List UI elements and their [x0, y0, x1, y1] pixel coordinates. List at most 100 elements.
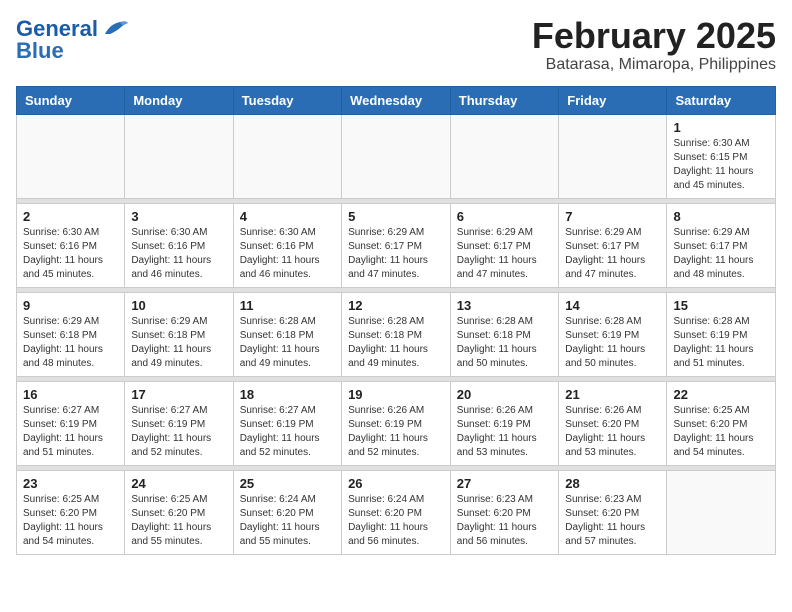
day-info: Sunrise: 6:25 AM Sunset: 6:20 PM Dayligh…: [673, 404, 769, 460]
day-info: Sunrise: 6:24 AM Sunset: 6:20 PM Dayligh…: [240, 493, 335, 549]
calendar-cell: 11 Sunrise: 6:28 AM Sunset: 6:18 PM Dayli…: [233, 292, 341, 376]
calendar-cell: 10 Sunrise: 6:29 AM Sunset: 6:18 PM Dayli…: [125, 292, 233, 376]
day-info: Sunrise: 6:26 AM Sunset: 6:19 PM Dayligh…: [457, 404, 553, 460]
day-number: 1: [673, 120, 769, 135]
calendar-cell: [342, 114, 451, 198]
calendar-cell: 6 Sunrise: 6:29 AM Sunset: 6:17 PM Daylig…: [450, 203, 559, 287]
calendar-cell: 25 Sunrise: 6:24 AM Sunset: 6:20 PM Dayli…: [233, 470, 341, 554]
calendar-subtitle: Batarasa, Mimaropa, Philippines: [532, 56, 776, 74]
calendar-cell: 17 Sunrise: 6:27 AM Sunset: 6:19 PM Dayli…: [125, 381, 233, 465]
day-info: Sunrise: 6:29 AM Sunset: 6:17 PM Dayligh…: [457, 226, 553, 282]
calendar-cell: 2 Sunrise: 6:30 AM Sunset: 6:16 PM Daylig…: [17, 203, 125, 287]
day-info: Sunrise: 6:24 AM Sunset: 6:20 PM Dayligh…: [348, 493, 444, 549]
day-info: Sunrise: 6:30 AM Sunset: 6:16 PM Dayligh…: [131, 226, 226, 282]
calendar-title: February 2025: [532, 16, 776, 56]
header-thursday: Thursday: [450, 86, 559, 114]
day-info: Sunrise: 6:29 AM Sunset: 6:17 PM Dayligh…: [565, 226, 660, 282]
calendar-cell: [667, 470, 776, 554]
calendar-cell: 7 Sunrise: 6:29 AM Sunset: 6:17 PM Daylig…: [559, 203, 667, 287]
day-number: 7: [565, 209, 660, 224]
calendar-cell: 1 Sunrise: 6:30 AM Sunset: 6:15 PM Daylig…: [667, 114, 776, 198]
day-info: Sunrise: 6:30 AM Sunset: 6:16 PM Dayligh…: [23, 226, 118, 282]
week-row-3: 9 Sunrise: 6:29 AM Sunset: 6:18 PM Daylig…: [17, 292, 776, 376]
day-number: 21: [565, 387, 660, 402]
day-number: 25: [240, 476, 335, 491]
day-info: Sunrise: 6:23 AM Sunset: 6:20 PM Dayligh…: [565, 493, 660, 549]
day-info: Sunrise: 6:27 AM Sunset: 6:19 PM Dayligh…: [131, 404, 226, 460]
day-info: Sunrise: 6:26 AM Sunset: 6:19 PM Dayligh…: [348, 404, 444, 460]
day-number: 3: [131, 209, 226, 224]
day-info: Sunrise: 6:25 AM Sunset: 6:20 PM Dayligh…: [131, 493, 226, 549]
day-info: Sunrise: 6:29 AM Sunset: 6:18 PM Dayligh…: [23, 315, 118, 371]
header-monday: Monday: [125, 86, 233, 114]
week-row-4: 16 Sunrise: 6:27 AM Sunset: 6:19 PM Dayli…: [17, 381, 776, 465]
day-number: 6: [457, 209, 553, 224]
day-number: 11: [240, 298, 335, 313]
day-number: 10: [131, 298, 226, 313]
day-info: Sunrise: 6:29 AM Sunset: 6:17 PM Dayligh…: [348, 226, 444, 282]
day-number: 28: [565, 476, 660, 491]
calendar-cell: 20 Sunrise: 6:26 AM Sunset: 6:19 PM Dayli…: [450, 381, 559, 465]
day-number: 16: [23, 387, 118, 402]
day-info: Sunrise: 6:23 AM Sunset: 6:20 PM Dayligh…: [457, 493, 553, 549]
page-header: General Blue February 2025 Batarasa, Mim…: [16, 16, 776, 74]
calendar-cell: [125, 114, 233, 198]
day-number: 5: [348, 209, 444, 224]
week-row-1: 1 Sunrise: 6:30 AM Sunset: 6:15 PM Daylig…: [17, 114, 776, 198]
calendar-cell: 16 Sunrise: 6:27 AM Sunset: 6:19 PM Dayli…: [17, 381, 125, 465]
calendar-cell: 9 Sunrise: 6:29 AM Sunset: 6:18 PM Daylig…: [17, 292, 125, 376]
day-number: 20: [457, 387, 553, 402]
day-number: 4: [240, 209, 335, 224]
header-saturday: Saturday: [667, 86, 776, 114]
day-info: Sunrise: 6:27 AM Sunset: 6:19 PM Dayligh…: [23, 404, 118, 460]
calendar-cell: 15Sunrise: 6:28 AM Sunset: 6:19 PM Dayli…: [667, 292, 776, 376]
calendar-cell: [233, 114, 341, 198]
day-number: 24: [131, 476, 226, 491]
calendar-cell: 4 Sunrise: 6:30 AM Sunset: 6:16 PM Daylig…: [233, 203, 341, 287]
weekday-header-row: SundayMondayTuesdayWednesdayThursdayFrid…: [17, 86, 776, 114]
day-number: 9: [23, 298, 118, 313]
calendar-cell: 24 Sunrise: 6:25 AM Sunset: 6:20 PM Dayli…: [125, 470, 233, 554]
week-row-2: 2 Sunrise: 6:30 AM Sunset: 6:16 PM Daylig…: [17, 203, 776, 287]
day-info: Sunrise: 6:27 AM Sunset: 6:19 PM Dayligh…: [240, 404, 335, 460]
day-number: 13: [457, 298, 553, 313]
header-wednesday: Wednesday: [342, 86, 451, 114]
calendar-cell: 18 Sunrise: 6:27 AM Sunset: 6:19 PM Dayli…: [233, 381, 341, 465]
day-number: 18: [240, 387, 335, 402]
day-info: Sunrise: 6:30 AM Sunset: 6:16 PM Dayligh…: [240, 226, 335, 282]
day-info: Sunrise: 6:30 AM Sunset: 6:15 PM Dayligh…: [673, 137, 769, 193]
calendar-cell: 12Sunrise: 6:28 AM Sunset: 6:18 PM Dayli…: [342, 292, 451, 376]
calendar-cell: 27 Sunrise: 6:23 AM Sunset: 6:20 PM Dayli…: [450, 470, 559, 554]
day-info: Sunrise: 6:28 AM Sunset: 6:18 PM Dayligh…: [240, 315, 335, 371]
calendar-cell: 26 Sunrise: 6:24 AM Sunset: 6:20 PM Dayli…: [342, 470, 451, 554]
calendar-cell: 3 Sunrise: 6:30 AM Sunset: 6:16 PM Daylig…: [125, 203, 233, 287]
calendar-cell: 22 Sunrise: 6:25 AM Sunset: 6:20 PM Dayli…: [667, 381, 776, 465]
calendar-cell: 21Sunrise: 6:26 AM Sunset: 6:20 PM Dayli…: [559, 381, 667, 465]
calendar-cell: 23Sunrise: 6:25 AM Sunset: 6:20 PM Dayli…: [17, 470, 125, 554]
calendar-cell: 19Sunrise: 6:26 AM Sunset: 6:19 PM Dayli…: [342, 381, 451, 465]
calendar-cell: 5 Sunrise: 6:29 AM Sunset: 6:17 PM Daylig…: [342, 203, 451, 287]
day-number: 2: [23, 209, 118, 224]
calendar-table: SundayMondayTuesdayWednesdayThursdayFrid…: [16, 86, 776, 555]
calendar-cell: [450, 114, 559, 198]
day-number: 8: [673, 209, 769, 224]
title-block: February 2025 Batarasa, Mimaropa, Philip…: [532, 16, 776, 74]
calendar-cell: [17, 114, 125, 198]
day-number: 26: [348, 476, 444, 491]
calendar-cell: 14 Sunrise: 6:28 AM Sunset: 6:19 PM Dayli…: [559, 292, 667, 376]
logo-bird-icon: [100, 18, 130, 40]
day-number: 17: [131, 387, 226, 402]
day-info: Sunrise: 6:29 AM Sunset: 6:17 PM Dayligh…: [673, 226, 769, 282]
day-number: 12: [348, 298, 444, 313]
day-number: 14: [565, 298, 660, 313]
day-info: Sunrise: 6:28 AM Sunset: 6:19 PM Dayligh…: [565, 315, 660, 371]
week-row-5: 23Sunrise: 6:25 AM Sunset: 6:20 PM Dayli…: [17, 470, 776, 554]
day-info: Sunrise: 6:29 AM Sunset: 6:18 PM Dayligh…: [131, 315, 226, 371]
calendar-cell: 13 Sunrise: 6:28 AM Sunset: 6:18 PM Dayli…: [450, 292, 559, 376]
header-friday: Friday: [559, 86, 667, 114]
day-info: Sunrise: 6:28 AM Sunset: 6:18 PM Dayligh…: [457, 315, 553, 371]
day-number: 27: [457, 476, 553, 491]
day-info: Sunrise: 6:25 AM Sunset: 6:20 PM Dayligh…: [23, 493, 118, 549]
day-number: 22: [673, 387, 769, 402]
logo-blue: Blue: [16, 38, 64, 64]
